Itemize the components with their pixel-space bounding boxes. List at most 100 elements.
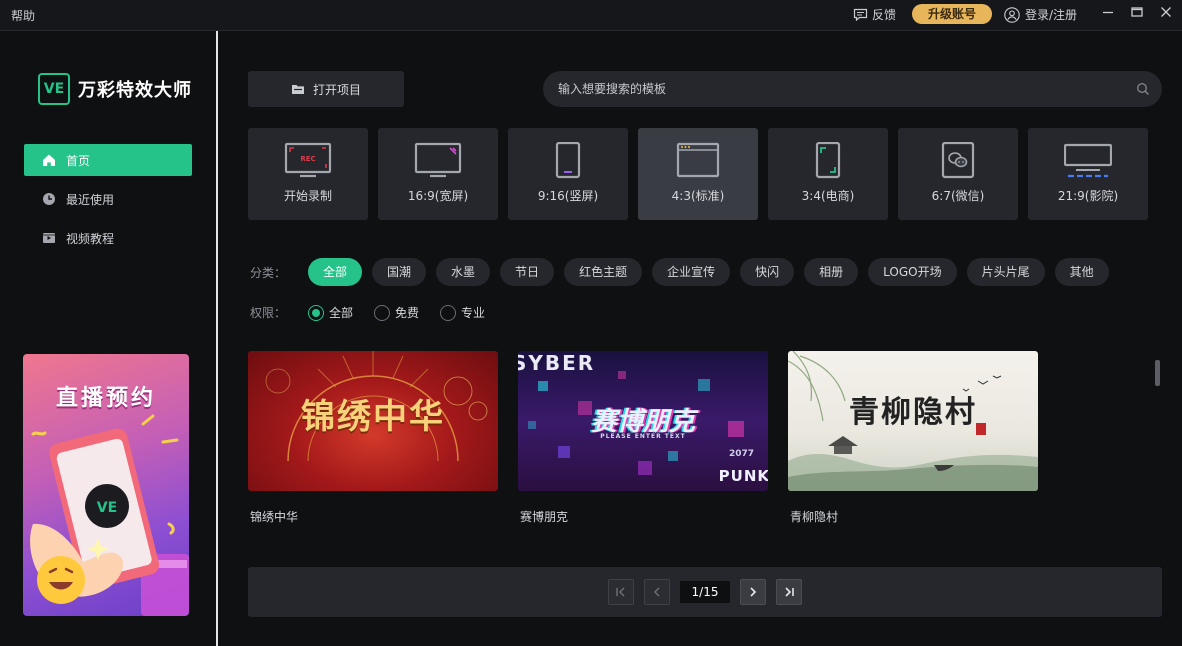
ratio-label: 3:4(电商)	[801, 189, 855, 203]
sidebar-item-label: 首页	[66, 153, 91, 168]
template-card[interactable]: 青柳隐村 青柳隐村	[788, 351, 1038, 525]
template-card[interactable]: 锦绣中华 锦绣中华	[248, 351, 498, 525]
template-title: 赛博朋克	[520, 510, 569, 524]
category-chip[interactable]: 全部	[308, 258, 363, 286]
login-button[interactable]: 登录/注册	[1004, 6, 1077, 23]
ratio-3-4[interactable]: 3:4(电商)	[768, 128, 888, 220]
login-label: 登录/注册	[1025, 8, 1078, 22]
record-icon: REC	[284, 142, 332, 178]
radio-label: 全部	[329, 306, 354, 320]
thumb-year: 2077	[728, 449, 754, 459]
page-indicator[interactable]: 1/15	[680, 581, 730, 603]
chevron-left-icon	[653, 587, 660, 597]
category-chip[interactable]: 节日	[500, 258, 555, 286]
feedback-button[interactable]: 反馈	[853, 6, 896, 23]
ratio-label: 21:9(影院)	[1057, 189, 1119, 203]
thumb-title: 青柳隐村	[849, 395, 977, 430]
search-icon[interactable]	[1136, 82, 1150, 96]
ratio-21-9[interactable]: 21:9(影院)	[1028, 128, 1148, 220]
help-menu[interactable]: 帮助	[11, 7, 35, 24]
title-bar: 帮助 反馈 升级账号 登录/注册	[0, 0, 1182, 31]
category-chip[interactable]: 快闪	[740, 258, 795, 286]
wechat-icon	[941, 142, 975, 179]
logo-mark: VE	[38, 73, 70, 105]
pagination: 1/15	[248, 567, 1162, 617]
svg-text:VE: VE	[97, 500, 117, 516]
thumb-subtitle: PLEASE ENTER TEXT	[600, 433, 686, 440]
ratio-9-16[interactable]: 9:16(竖屏)	[508, 128, 628, 220]
feedback-icon	[853, 8, 868, 21]
maximize-icon[interactable]	[1130, 5, 1144, 19]
ratio-label: 16:9(宽屏)	[407, 189, 469, 203]
sidebar: VE 万彩特效大师 首页 最近使用 视频教程 直播预约 VE	[0, 31, 218, 646]
app-logo: VE 万彩特效大师	[38, 73, 192, 105]
permission-radio-pro[interactable]: 专业	[440, 304, 485, 321]
first-page-button[interactable]	[608, 579, 634, 605]
permission-label: 权限：	[250, 306, 287, 320]
template-thumbnail[interactable]: 锦绣中华	[248, 351, 498, 491]
vertical-scrollbar[interactable]	[1155, 360, 1160, 386]
thumb-top-text: SYBER	[518, 351, 596, 375]
sidebar-item-home[interactable]: 首页	[24, 144, 192, 176]
feedback-label: 反馈	[872, 8, 897, 22]
ratio-label: 开始录制	[283, 189, 332, 203]
video-icon	[43, 233, 55, 243]
template-card[interactable]: SYBER 赛博朋克 PLEASE ENTER TEXT 2077 PUNK 赛…	[518, 351, 768, 525]
sidebar-item-recent[interactable]: 最近使用	[24, 183, 192, 215]
category-chip[interactable]: 相册	[804, 258, 859, 286]
ratio-label: 9:16(竖屏)	[537, 189, 599, 203]
chevron-right-icon	[750, 587, 757, 597]
category-chip[interactable]: 片头片尾	[966, 258, 1045, 286]
home-icon	[43, 154, 55, 166]
next-page-button[interactable]	[740, 579, 766, 605]
template-thumbnail[interactable]: 青柳隐村	[788, 351, 1038, 491]
template-title: 锦绣中华	[250, 510, 299, 524]
sidebar-item-label: 最近使用	[66, 192, 115, 207]
live-booking-banner[interactable]: 直播预约 VE	[23, 354, 189, 616]
permission-filter: 权限： 全部 免费 专业	[250, 304, 506, 321]
sidebar-item-tutorials[interactable]: 视频教程	[24, 222, 192, 254]
sidebar-item-label: 视频教程	[66, 231, 115, 246]
close-icon[interactable]	[1159, 5, 1173, 19]
ratio-record[interactable]: REC 开始录制	[248, 128, 368, 220]
category-chip[interactable]: LOGO开场	[868, 258, 957, 286]
category-label: 分类：	[250, 265, 287, 280]
ratio-4-3[interactable]: 4:3(标准)	[638, 128, 758, 220]
app-name: 万彩特效大师	[78, 80, 192, 101]
radio-button[interactable]	[440, 304, 457, 321]
user-icon	[1004, 6, 1020, 23]
last-page-button[interactable]	[776, 579, 802, 605]
category-chip[interactable]: 水墨	[436, 258, 491, 286]
ratio-6-7[interactable]: 6:7(微信)	[898, 128, 1018, 220]
aspect-ratio-picker: REC 开始录制 16:9(宽屏) 9:16(竖屏) 4:3(标准) 3:4(电…	[248, 128, 1148, 220]
ratio-label: 6:7(微信)	[931, 189, 985, 203]
clock-icon	[43, 193, 55, 205]
thumb-title: 锦绣中华	[301, 397, 445, 437]
permission-radio-free[interactable]: 免费	[374, 304, 419, 321]
category-chip[interactable]: 红色主题	[564, 258, 643, 286]
upgrade-button[interactable]: 升级账号	[912, 4, 992, 24]
open-project-button[interactable]: 打开项目	[248, 71, 404, 107]
category-filter: 分类： 全部 国潮 水墨 节日 红色主题 企业宣传 快闪 相册 LOGO开场 片…	[250, 258, 1119, 286]
category-chip[interactable]: 国潮	[372, 258, 427, 286]
permission-radio-all[interactable]: 全部	[308, 304, 353, 321]
standard-icon	[676, 142, 720, 178]
ecommerce-icon	[815, 142, 841, 179]
prev-page-button[interactable]	[644, 579, 670, 605]
ratio-label: 4:3(标准)	[671, 189, 725, 203]
ratio-16-9[interactable]: 16:9(宽屏)	[378, 128, 498, 220]
first-page-icon	[616, 587, 625, 597]
radio-button[interactable]	[374, 304, 391, 321]
category-chip[interactable]: 其他	[1054, 258, 1109, 286]
widescreen-icon	[414, 142, 462, 178]
folder-icon	[291, 85, 304, 94]
template-thumbnail[interactable]: SYBER 赛博朋克 PLEASE ENTER TEXT 2077 PUNK	[518, 351, 768, 491]
open-project-label: 打开项目	[312, 82, 361, 97]
template-title: 青柳隐村	[790, 510, 839, 524]
category-chip[interactable]: 企业宣传	[652, 258, 731, 286]
radio-label: 专业	[461, 306, 486, 320]
radio-button[interactable]	[308, 304, 324, 321]
minimize-icon[interactable]	[1101, 5, 1115, 19]
search-input[interactable]	[558, 71, 1118, 107]
last-page-icon	[785, 587, 794, 597]
